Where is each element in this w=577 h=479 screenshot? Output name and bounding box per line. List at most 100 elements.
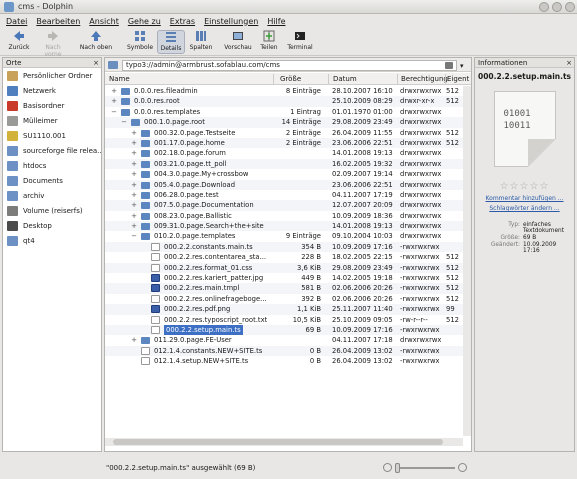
file-row[interactable]: +003.21.0.page.tt_poll 16.02.2005 19:32 dr… (105, 158, 463, 170)
location-dropdown-icon[interactable]: ▾ (460, 62, 464, 70)
change-tags-link[interactable]: Schlagwörter ändern ... (475, 205, 574, 212)
file-row[interactable]: +011.29.0.page.FE-User 04.11.2007 17:18 dr… (105, 335, 463, 345)
expand-icon[interactable]: + (130, 128, 138, 138)
back-button[interactable]: Zurück (6, 30, 32, 54)
menu-gehe-zu[interactable]: Gehe zu (128, 17, 161, 26)
file-row[interactable]: +006.28.0.page.test 04.11.2007 17:19 drwxr… (105, 190, 463, 200)
place-item[interactable]: Desktop (3, 218, 101, 233)
place-item[interactable]: Mülleimer (3, 113, 101, 128)
menu-datei[interactable]: Datei (6, 17, 27, 26)
expand-icon[interactable]: + (130, 190, 138, 200)
expand-icon[interactable]: + (130, 159, 138, 169)
vertical-scrollbar[interactable] (463, 86, 471, 436)
expand-icon[interactable]: + (130, 138, 138, 148)
place-item[interactable]: archiv (3, 188, 101, 203)
file-row[interactable]: 000.2.2.constants.main.ts 354 B 10.09.2009… (105, 241, 463, 253)
file-row[interactable]: 000.2.2.res.kariert_patter.jpg 449 B 14.02… (105, 273, 463, 283)
close-window-button[interactable] (565, 2, 575, 12)
up-button[interactable]: Nach oben (78, 30, 114, 54)
close-information-icon[interactable]: × (566, 58, 572, 68)
horizontal-scrollbar[interactable] (105, 438, 463, 446)
file-row[interactable]: +0.0.0.res.root 25.10.2009 08:29 drwxr-xr-… (105, 96, 463, 107)
file-row[interactable]: 000.2.2.res.contentarea_sta... 228 B 18.02… (105, 252, 463, 262)
rating-stars[interactable]: ☆☆☆☆☆ (475, 181, 574, 192)
close-places-icon[interactable]: × (93, 58, 99, 68)
file-row[interactable]: +002.18.0.page.forum 14.01.2008 19:13 drwx… (105, 148, 463, 158)
split-button[interactable]: Teilen (257, 30, 281, 54)
collapse-icon[interactable]: − (110, 107, 118, 117)
place-item[interactable]: Netzwerk (3, 83, 101, 98)
column-size[interactable]: Größe (280, 75, 301, 83)
column-permissions[interactable]: Berechtigung (401, 75, 448, 83)
file-row[interactable]: 012.1.4.setup.NEW+SITE.ts 0 B 26.04.2009 1… (105, 356, 463, 366)
add-comment-link[interactable]: Kommentar hinzufügen ... (475, 195, 574, 202)
zoom-slider-handle[interactable] (395, 463, 400, 473)
place-item[interactable]: sourceforge file relea... (3, 143, 101, 158)
menu-hilfe[interactable]: Hilfe (267, 17, 285, 26)
file-row[interactable]: +005.4.0.page.Download 23.06.2006 22:51 dr… (105, 179, 463, 190)
file-row[interactable]: − 0.0.0.res.templates 1 Eintrag 01.01.1970 … (105, 107, 463, 117)
place-item[interactable]: Basisordner (3, 98, 101, 113)
expand-icon[interactable]: + (130, 180, 138, 190)
column-owner[interactable]: Eigent (447, 75, 469, 83)
place-item[interactable]: Volume (reiserfs) (3, 203, 101, 218)
file-row[interactable]: 000.2.2.res.onlinefrageboge... 392 B 02.06… (105, 294, 463, 304)
file-name: 010.2.0.page.templates (154, 232, 236, 241)
menu-einstellungen[interactable]: Einstellungen (204, 17, 258, 26)
column-name[interactable]: Name (109, 75, 130, 83)
expand-icon[interactable]: + (130, 169, 138, 179)
dolphin-app-icon[interactable] (4, 2, 14, 12)
file-row[interactable]: − 010.2.0.page.templates 9 Einträge 09.10.2… (105, 231, 463, 241)
file-row[interactable]: 000.2.2.res.main.tmpl 581 B 02.06.2006 20:… (105, 283, 463, 294)
file-row[interactable]: − 000.1.0.page.root 14 Einträge 29.08.2009 … (105, 117, 463, 128)
file-size: 3,6 KiB (297, 263, 321, 272)
file-owner: 512 (446, 138, 459, 147)
preview-button[interactable]: Vorschau (224, 30, 252, 54)
terminal-button[interactable]: Terminal (286, 30, 314, 54)
clear-location-icon[interactable] (445, 62, 453, 69)
file-row[interactable]: +000.32.0.page.Testseite 2 Einträge 26.04.… (105, 128, 463, 138)
file-name: 000.2.2.res.typoscript_root.txt (164, 315, 268, 324)
expand-icon[interactable]: + (130, 335, 138, 345)
expand-icon[interactable]: + (130, 211, 138, 221)
file-row[interactable]: 000.2.2.res.typoscript_root.txt 10,5 KiB 2… (105, 315, 463, 325)
zoom-out-icon[interactable] (383, 463, 392, 472)
expand-icon[interactable]: + (130, 148, 138, 158)
place-item[interactable]: Documents (3, 173, 101, 188)
column-date[interactable]: Datum (333, 75, 357, 83)
location-input[interactable]: typo3://admin@armbrust.sofablau.com/cms (122, 60, 457, 71)
file-row[interactable]: +009.31.0.page.Search+the+site 14.01.2008… (105, 221, 463, 232)
zoom-slider[interactable] (395, 467, 455, 469)
place-item[interactable]: htdocs (3, 158, 101, 173)
menu-extras[interactable]: Extras (170, 17, 195, 26)
zoom-in-icon[interactable] (458, 463, 467, 472)
file-row[interactable]: 000.2.2.res.pdf.png 1,1 KiB 25.11.2007 11:… (105, 304, 463, 315)
metadata-key: Geändert: (490, 242, 520, 248)
menu-bearbeiten[interactable]: Bearbeiten (36, 17, 80, 26)
place-item[interactable]: SU1110.001 (3, 128, 101, 143)
expand-icon[interactable]: + (130, 200, 138, 210)
columns-view-button[interactable]: Spalten (188, 30, 214, 54)
place-item[interactable]: Persönlicher Ordner (3, 68, 101, 83)
file-row[interactable]: 000.2.2.res.format_01.css 3,6 KiB 29.08.20… (105, 262, 463, 274)
collapse-icon[interactable]: − (120, 117, 128, 127)
file-row[interactable]: 000.2.2.setup.main.ts 69 B 10.09.2009 17:1… (105, 324, 463, 336)
menu-ansicht[interactable]: Ansicht (89, 17, 119, 26)
horizontal-scroll-thumb[interactable] (113, 439, 443, 445)
place-item[interactable]: qt4 (3, 233, 101, 248)
details-view-button[interactable]: Details (157, 30, 185, 54)
file-row[interactable]: +001.17.0.page.home 2 Einträge 23.06.2006 … (105, 137, 463, 149)
file-row[interactable]: +007.5.0.page.Documentation 12.07.2007 20… (105, 200, 463, 211)
icons-view-button[interactable]: Symbole (125, 30, 155, 54)
file-row[interactable]: +004.3.0.page.My+crossbow 02.09.2007 19:1… (105, 169, 463, 179)
minimize-button[interactable] (539, 2, 549, 12)
expand-icon[interactable]: + (130, 221, 138, 231)
maximize-button[interactable] (552, 2, 562, 12)
file-row[interactable]: +008.23.0.page.Ballistic 10.09.2009 18:36… (105, 211, 463, 221)
file-row[interactable]: +0.0.0.res.fileadmin 8 Einträge 28.10.2007… (105, 86, 463, 96)
expand-icon[interactable]: + (110, 96, 118, 106)
forward-button[interactable]: Nach vorne (36, 30, 70, 58)
collapse-icon[interactable]: − (130, 231, 138, 241)
expand-icon[interactable]: + (110, 86, 118, 96)
file-row[interactable]: 012.1.4.constants.NEW+SITE.ts 0 B 26.04.20… (105, 345, 463, 357)
